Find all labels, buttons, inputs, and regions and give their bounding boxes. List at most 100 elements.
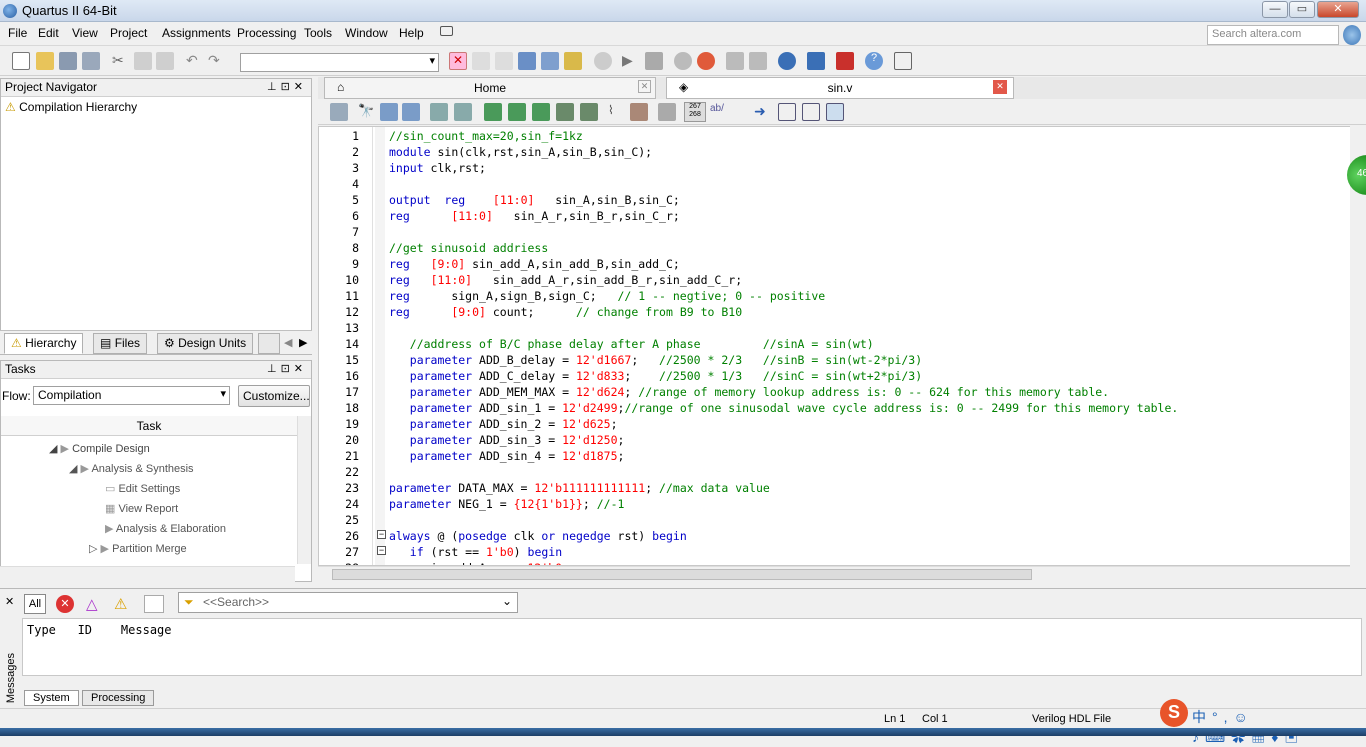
code-line[interactable]: reg [11:0] sin_A_r,sin_B_r,sin_C_r; <box>389 209 680 223</box>
pin-planner-icon[interactable] <box>472 52 490 70</box>
code-line[interactable]: //get sinusoid addriess <box>389 241 548 255</box>
task-row[interactable]: ▷ ▶ Partition Merge <box>1 540 297 560</box>
template-icon[interactable] <box>630 103 648 121</box>
warning-filter-icon[interactable]: ⚠ <box>114 595 127 613</box>
arrow-right-icon[interactable]: ➜ <box>754 103 772 121</box>
menu-edit[interactable]: Edit <box>38 26 59 40</box>
revision-select[interactable] <box>240 53 439 72</box>
menu-file[interactable]: File <box>8 26 27 40</box>
messages-close-icon[interactable]: ✕ <box>5 595 14 608</box>
code-line[interactable]: input clk,rst; <box>389 161 486 175</box>
code-line[interactable]: always @ (posedge clk or negedge rst) be… <box>389 529 687 543</box>
search-input[interactable]: Search altera.com <box>1207 25 1339 45</box>
analysis-icon[interactable] <box>541 52 559 70</box>
code-line[interactable]: parameter ADD_B_delay = 12'd1667; //2500… <box>389 353 922 367</box>
tab-files[interactable]: ▤ Files <box>93 333 148 354</box>
code-line[interactable]: reg [9:0] sin_add_A,sin_add_B,sin_add_C; <box>389 257 680 271</box>
tab-processing[interactable]: Processing <box>82 690 155 706</box>
message-hscrollbar[interactable] <box>22 676 1362 688</box>
flow-select[interactable]: Compilation <box>33 386 230 405</box>
find-icon[interactable]: 🔭 <box>358 103 376 121</box>
redo-icon[interactable]: ↷ <box>208 52 226 70</box>
panel-controls[interactable]: ⊥⊡✕ <box>267 80 307 93</box>
next-bookmark-icon[interactable] <box>508 103 526 121</box>
line-count-icon[interactable]: 267 268 <box>684 102 706 122</box>
prev-bookmark-icon[interactable] <box>532 103 550 121</box>
code-line[interactable]: parameter ADD_sin_4 = 12'd1875; <box>389 449 625 463</box>
collapse-icon[interactable]: ◢ <box>49 443 57 455</box>
task-row[interactable]: ▭ Edit Settings <box>1 480 297 500</box>
assignment-editor-icon[interactable] <box>495 52 513 70</box>
minimize-button[interactable]: — <box>1262 1 1288 18</box>
search-go-icon[interactable] <box>1343 25 1361 45</box>
stop-icon[interactable] <box>594 52 612 70</box>
chevron-down-icon[interactable]: ⌄ <box>502 594 512 608</box>
chip-planner-icon[interactable]: ✕ <box>449 52 467 70</box>
maximize-button[interactable]: ▭ <box>1289 1 1315 18</box>
paste-icon[interactable] <box>156 52 174 70</box>
task-row[interactable]: ▦ View Report <box>1 500 297 520</box>
tasks-vscrollbar[interactable] <box>297 416 311 564</box>
tab-design-units[interactable]: ⚙ Design Units <box>157 333 254 354</box>
code-line[interactable]: parameter ADD_C_delay = 12'd833; //2500 … <box>389 369 922 383</box>
code-line[interactable]: parameter NEG_1 = {12{1'b1}}; //-1 <box>389 497 624 511</box>
ime-tray-icons[interactable]: 中°,☺♪⌨✿▦♦▣ <box>1192 707 1366 747</box>
menu-processing[interactable]: Processing <box>237 26 296 40</box>
scroll-thumb[interactable] <box>332 569 1032 580</box>
critical-warning-icon[interactable]: △ <box>86 595 98 613</box>
start-compilation-icon[interactable]: ▶ <box>622 52 640 70</box>
format-icon[interactable] <box>658 103 676 121</box>
cut-icon[interactable]: ✂ <box>112 52 130 70</box>
programmer-icon[interactable] <box>778 52 796 70</box>
menu-tools[interactable]: Tools <box>304 26 332 40</box>
code-line[interactable]: reg sign_A,sign_B,sign_C; // 1 -- negtiv… <box>389 289 825 303</box>
code-line[interactable]: reg [9:0] count; // change from B9 to B1… <box>389 305 742 319</box>
tab-scroll-right-icon[interactable]: ▶ <box>299 336 307 349</box>
rtl-viewer-icon[interactable] <box>749 52 767 70</box>
close-tab-icon[interactable]: ✕ <box>638 80 651 93</box>
code-line[interactable]: parameter ADD_sin_1 = 12'd2499;//range o… <box>389 401 1179 415</box>
code-line[interactable]: module sin(clk,rst,sin_A,sin_B,sin_C); <box>389 145 652 159</box>
panel-controls[interactable]: ⊥⊡✕ <box>267 362 307 375</box>
task-row[interactable]: ◢ ▶ Analysis & Synthesis <box>1 460 297 480</box>
save-all-icon[interactable] <box>82 52 100 70</box>
code-line[interactable]: //address of B/C phase delay after A pha… <box>389 337 874 351</box>
tab-home[interactable]: ⌂ Home ✕ <box>324 77 656 99</box>
collapse-icon[interactable]: ◢ <box>69 463 77 475</box>
customize-button[interactable]: Customize... <box>238 385 310 407</box>
close-button[interactable]: ✕ <box>1317 1 1359 18</box>
window-icon[interactable] <box>330 103 348 121</box>
signaltap-icon[interactable] <box>807 52 825 70</box>
timequest-icon[interactable] <box>697 52 715 70</box>
open-folder-icon[interactable] <box>36 52 54 70</box>
code-line[interactable]: //sin_count_max=20,sin_f=1kz <box>389 129 583 143</box>
code-line[interactable]: reg [11:0] sin_add_A_r,sin_add_B_r,sin_a… <box>389 273 742 287</box>
task-row[interactable]: ◢ ▶ Compile Design <box>1 440 297 460</box>
settings-icon[interactable] <box>518 52 536 70</box>
copy-icon[interactable] <box>134 52 152 70</box>
layout-a-icon[interactable] <box>778 103 796 121</box>
help-chat-icon[interactable] <box>440 26 453 36</box>
task-row[interactable]: ▶ Analysis & Elaboration <box>1 520 297 540</box>
ime-icon[interactable]: S <box>1160 699 1188 727</box>
synthesis-icon[interactable] <box>564 52 582 70</box>
fold-toggle-icon[interactable]: − <box>377 546 386 555</box>
message-search-input[interactable]: <<Search>> <box>178 592 518 613</box>
timing-icon[interactable] <box>674 52 692 70</box>
menu-window[interactable]: Window <box>345 26 388 40</box>
layout-c-icon[interactable] <box>826 103 844 121</box>
editor-hscrollbar[interactable] <box>318 566 1350 582</box>
tab-hierarchy[interactable]: ⚠ Hierarchy <box>4 333 84 354</box>
save-icon[interactable] <box>59 52 77 70</box>
new-file-icon[interactable] <box>12 52 30 70</box>
start-analysis-icon[interactable] <box>645 52 663 70</box>
indent-icon[interactable] <box>430 103 448 121</box>
replace-icon[interactable] <box>380 103 398 121</box>
filter-all-button[interactable]: All <box>24 594 46 614</box>
layout-b-icon[interactable] <box>802 103 820 121</box>
tab-sin-v[interactable]: ◈ sin.v ✕ <box>666 77 1014 99</box>
fold-toggle-icon[interactable]: − <box>377 530 386 539</box>
unindent-icon[interactable] <box>454 103 472 121</box>
code-line[interactable]: parameter ADD_sin_2 = 12'd625; <box>389 417 618 431</box>
bookmark-icon[interactable] <box>484 103 502 121</box>
